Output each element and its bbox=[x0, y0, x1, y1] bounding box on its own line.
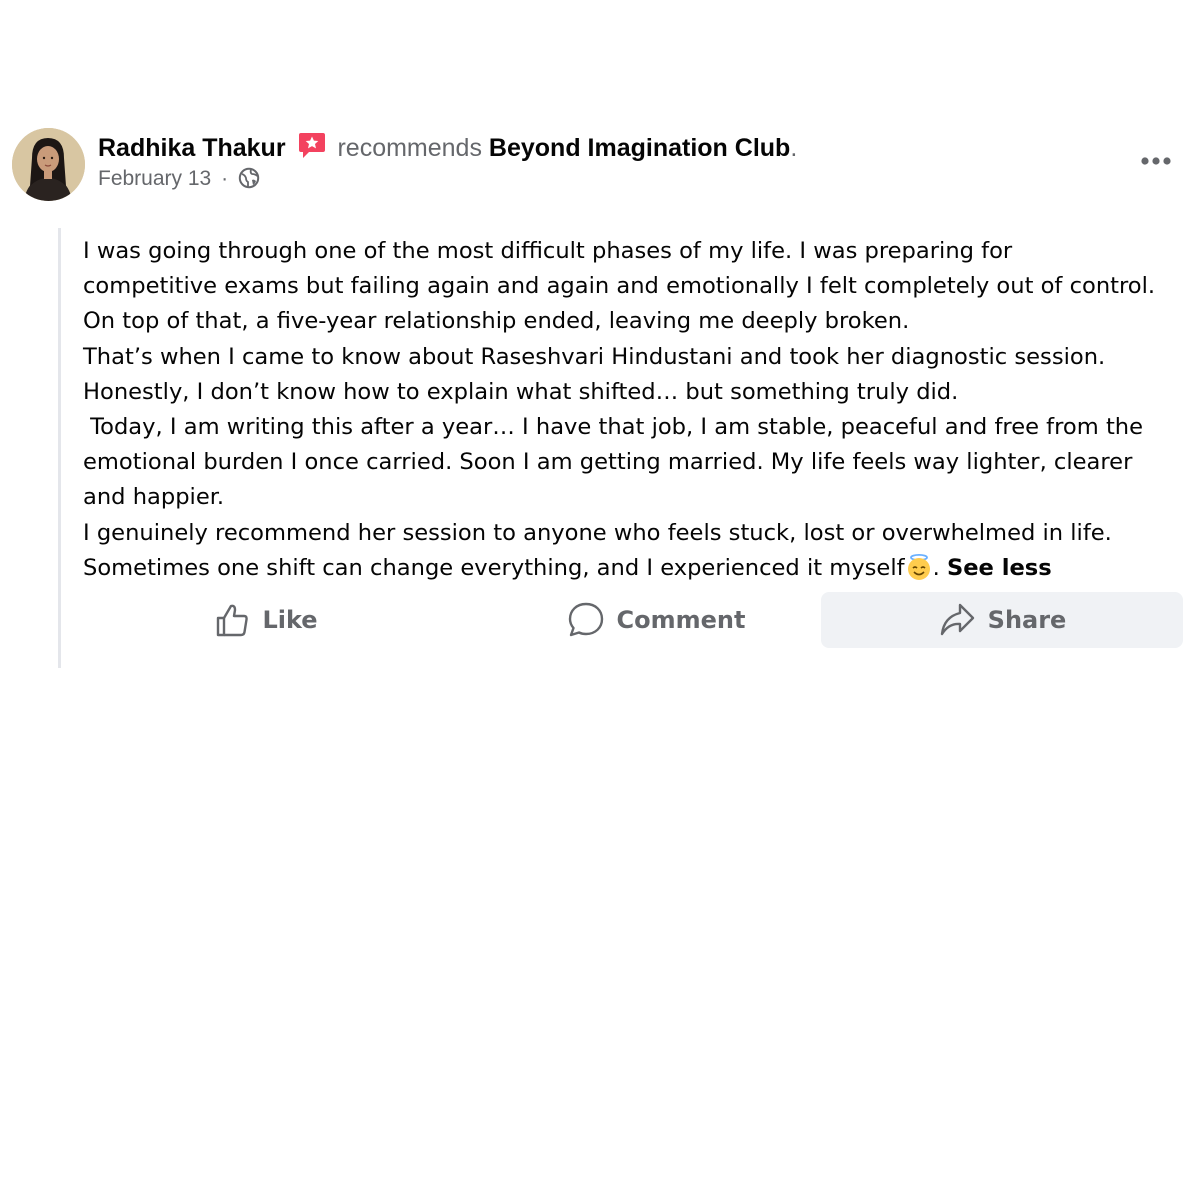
post-text-line: Honestly, I don’t know how to explain wh… bbox=[83, 378, 959, 405]
comment-bubble-icon bbox=[568, 602, 603, 637]
comment-button[interactable]: Comment bbox=[531, 592, 781, 648]
post-text-line: I genuinely recommend her session to any… bbox=[83, 519, 1112, 546]
share-arrow-icon bbox=[940, 603, 974, 636]
post-body: I was going through one of the most diff… bbox=[58, 228, 1191, 668]
ellipsis-icon bbox=[1141, 157, 1171, 165]
share-button[interactable]: Share bbox=[821, 592, 1183, 648]
more-options-button[interactable] bbox=[1132, 145, 1180, 177]
post-meta: February 13 · bbox=[98, 165, 260, 197]
post-text-line: I was going through one of the most diff… bbox=[83, 238, 1013, 264]
smiling-face-with-halo-icon bbox=[905, 553, 933, 581]
page-name-link[interactable]: Beyond Imagination Club bbox=[489, 134, 790, 162]
like-button[interactable]: Like bbox=[181, 592, 351, 648]
post-date[interactable]: February 13 bbox=[98, 167, 211, 190]
post-text-line: emotional burden I once carried. Soon I … bbox=[83, 449, 1133, 476]
recommend-badge-icon bbox=[297, 130, 327, 168]
meta-separator: · bbox=[221, 167, 229, 190]
post-text-last-line: Sometimes one shift can change everythin… bbox=[83, 551, 1193, 586]
thumbs-up-icon bbox=[217, 604, 249, 637]
post-card: Radhika Thakur recommends Beyond Imagina… bbox=[0, 0, 1200, 700]
globe-icon[interactable] bbox=[238, 167, 260, 197]
post-text-line: Sometimes one shift can change everythin… bbox=[83, 554, 905, 581]
post-actions-bar: Like Comment Share bbox=[61, 592, 1183, 650]
post-text-line: and happier. bbox=[83, 484, 225, 511]
like-label: Like bbox=[262, 606, 318, 634]
post-text: I was going through one of the most diff… bbox=[83, 234, 1193, 586]
avatar-image bbox=[12, 128, 85, 201]
author-name[interactable]: Radhika Thakur bbox=[98, 134, 286, 162]
header-period: . bbox=[790, 134, 798, 162]
post-text-line: That’s when I came to know about Raseshv… bbox=[83, 343, 1106, 370]
post-text-line: competitive exams but failing again and … bbox=[83, 273, 1156, 300]
post-header: Radhika Thakur recommends Beyond Imagina… bbox=[98, 130, 797, 168]
comment-label: Comment bbox=[616, 606, 746, 634]
last-line-period: . bbox=[932, 554, 940, 581]
author-avatar[interactable] bbox=[12, 128, 85, 201]
see-less-link[interactable]: See less bbox=[947, 555, 1052, 581]
post-text-line: Today, I am writing this after a year… I… bbox=[83, 414, 1144, 441]
share-label: Share bbox=[987, 606, 1067, 634]
recommends-text: recommends bbox=[337, 134, 482, 162]
post-text-line: On top of that, a five-year relationship… bbox=[83, 308, 910, 335]
